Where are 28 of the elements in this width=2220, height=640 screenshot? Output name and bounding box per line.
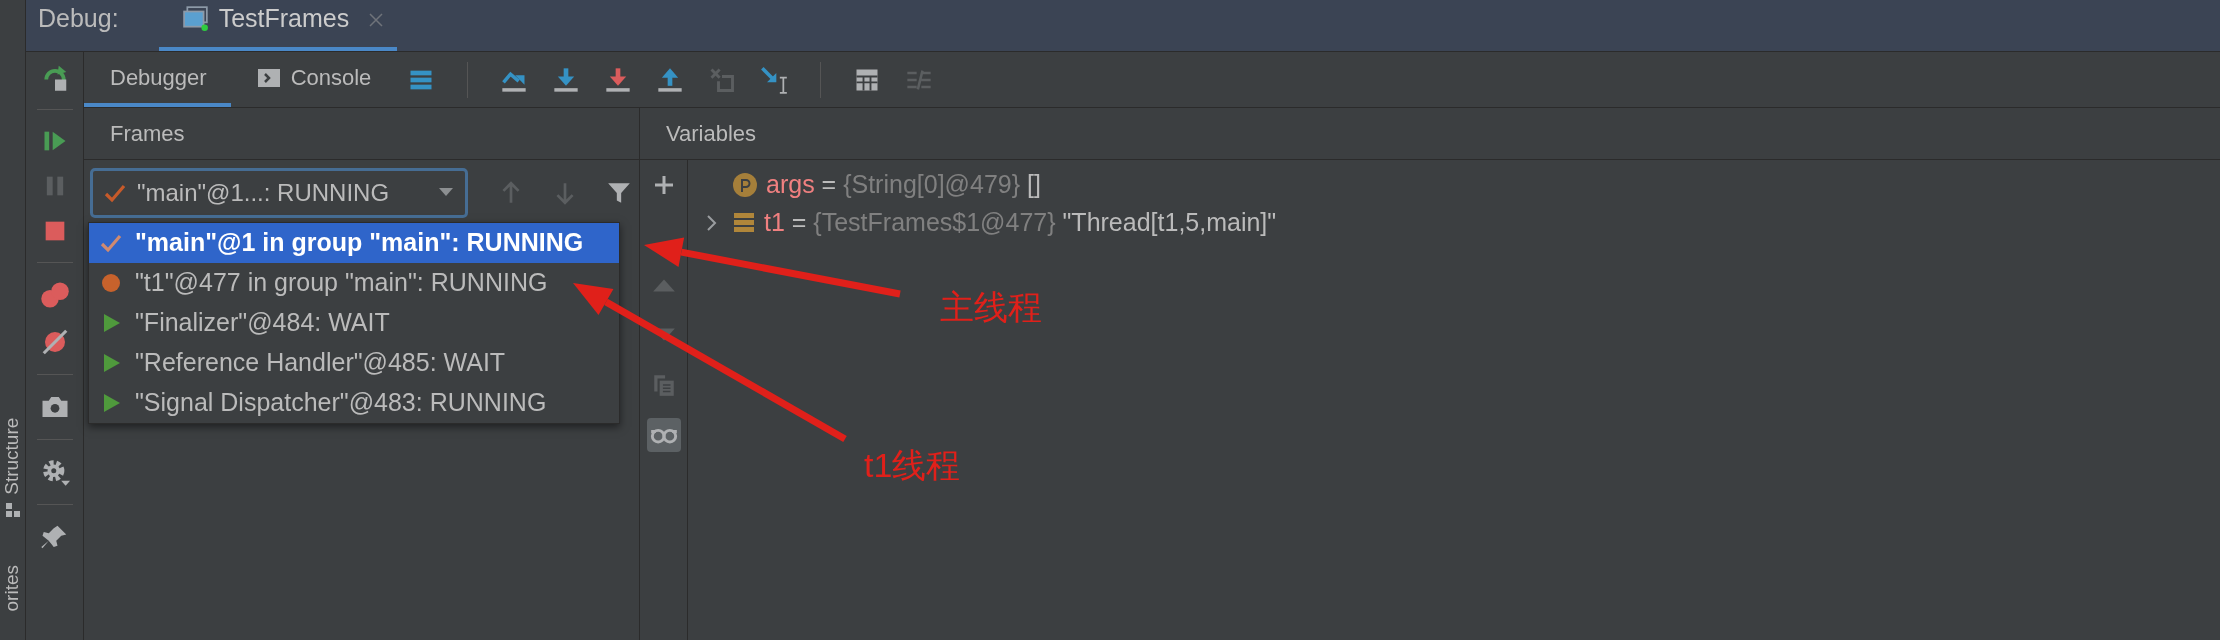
panel-title: Debug: xyxy=(37,2,120,34)
breakpoints-icon[interactable] xyxy=(39,280,70,310)
thread-item[interactable]: "t1"@477 in group "main": RUNNING xyxy=(89,263,619,303)
force-step-into-icon[interactable] xyxy=(604,65,633,94)
tool-window-label[interactable]: Structure xyxy=(0,417,27,495)
annotation-label: 主线程 xyxy=(940,287,1042,328)
structure-icon[interactable] xyxy=(4,502,21,518)
tool-window-label[interactable]: orites xyxy=(0,564,27,612)
parameter-icon xyxy=(732,172,758,198)
field-icon xyxy=(732,211,756,235)
thread-item[interactable]: "Signal Dispatcher"@483: RUNNING xyxy=(89,383,619,423)
window-icon xyxy=(182,5,209,32)
thread-item[interactable]: "main"@1 in group "main": RUNNING xyxy=(89,223,619,263)
thread-item[interactable]: "Reference Handler"@485: WAIT xyxy=(89,343,619,383)
run-to-cursor-icon[interactable] xyxy=(760,65,789,94)
glasses-icon[interactable] xyxy=(646,418,681,452)
thread-dropdown[interactable]: "main"@1...: RUNNING xyxy=(90,168,468,218)
panel-title: Variables xyxy=(640,108,2220,160)
panel-title: Frames xyxy=(84,108,639,160)
step-into-icon[interactable] xyxy=(552,65,581,94)
debug-tab[interactable]: TestFrames xyxy=(158,0,398,51)
toolbar-tab[interactable]: Console xyxy=(230,52,396,107)
thread-item[interactable]: "Finalizer"@484: WAIT xyxy=(89,303,619,343)
toolbar-tab[interactable]: Debugger xyxy=(84,52,231,107)
variable-entry[interactable]: t1 = {TestFrames$1@477} "Thread[t1,5,main]" xyxy=(764,204,1277,242)
variable-entry[interactable]: args = {String[0]@479} [] xyxy=(766,166,1041,204)
annotation-label: t1线程 xyxy=(864,445,961,486)
dot-icon xyxy=(99,271,123,295)
